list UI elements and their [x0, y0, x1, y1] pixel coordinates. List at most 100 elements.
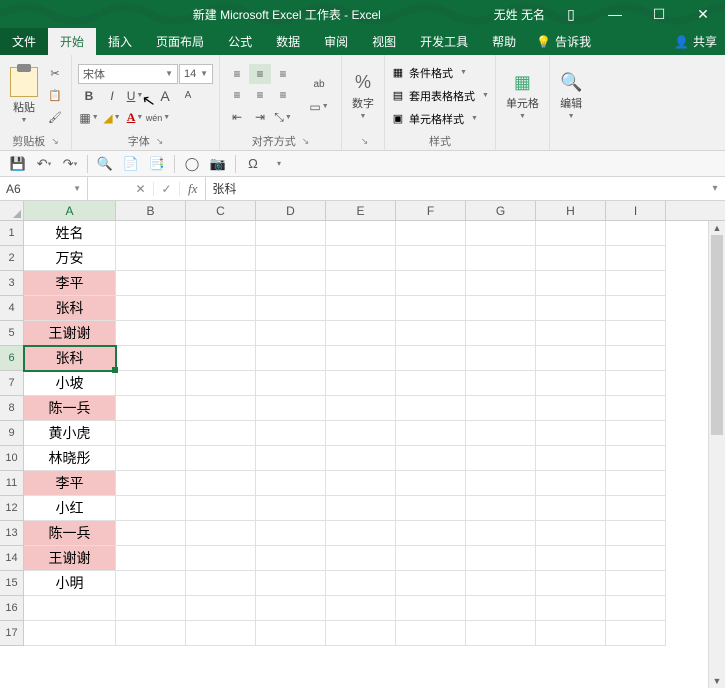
- font-name-combo[interactable]: 宋体▼: [78, 64, 178, 84]
- borders-button[interactable]: ▦▼: [78, 108, 100, 128]
- cell-E12[interactable]: [326, 496, 396, 521]
- cell-I5[interactable]: [606, 321, 666, 346]
- cell-I13[interactable]: [606, 521, 666, 546]
- cell-G7[interactable]: [466, 371, 536, 396]
- col-header-C[interactable]: C: [186, 201, 256, 220]
- cell-B15[interactable]: [116, 571, 186, 596]
- cell-F7[interactable]: [396, 371, 466, 396]
- cell-E15[interactable]: [326, 571, 396, 596]
- cell-C6[interactable]: [186, 346, 256, 371]
- qat-redo[interactable]: ↷▾: [58, 153, 82, 175]
- cell-D2[interactable]: [256, 246, 326, 271]
- tab-home[interactable]: 开始: [48, 28, 96, 55]
- alignment-dialog-launcher[interactable]: ↘: [302, 136, 310, 147]
- col-header-D[interactable]: D: [256, 201, 326, 220]
- cell-H16[interactable]: [536, 596, 606, 621]
- cell-B7[interactable]: [116, 371, 186, 396]
- clipboard-dialog-launcher[interactable]: ↘: [51, 136, 59, 147]
- row-header-9[interactable]: 9: [0, 421, 24, 446]
- cell-E13[interactable]: [326, 521, 396, 546]
- cell-A14[interactable]: 王谢谢: [24, 546, 116, 571]
- paste-button[interactable]: 粘贴 ▼: [6, 65, 42, 126]
- cell-I16[interactable]: [606, 596, 666, 621]
- cell-C4[interactable]: [186, 296, 256, 321]
- cell-B2[interactable]: [116, 246, 186, 271]
- cell-I12[interactable]: [606, 496, 666, 521]
- decrease-indent[interactable]: ⇤: [226, 107, 248, 127]
- formula-input[interactable]: 张科: [206, 177, 705, 200]
- tab-file[interactable]: 文件: [0, 28, 48, 55]
- cell-G3[interactable]: [466, 271, 536, 296]
- cell-D4[interactable]: [256, 296, 326, 321]
- cells-button[interactable]: ▦ 单元格 ▼: [502, 70, 543, 122]
- cell-F9[interactable]: [396, 421, 466, 446]
- cell-F3[interactable]: [396, 271, 466, 296]
- row-header-4[interactable]: 4: [0, 296, 24, 321]
- scroll-up-arrow[interactable]: ▲: [709, 221, 725, 235]
- cell-H5[interactable]: [536, 321, 606, 346]
- align-center[interactable]: ≡: [249, 85, 271, 105]
- cell-C12[interactable]: [186, 496, 256, 521]
- decrease-font-button[interactable]: A: [177, 86, 199, 106]
- col-header-B[interactable]: B: [116, 201, 186, 220]
- qat-save[interactable]: 💾: [6, 153, 30, 175]
- cell-F1[interactable]: [396, 221, 466, 246]
- cell-E7[interactable]: [326, 371, 396, 396]
- cell-C11[interactable]: [186, 471, 256, 496]
- format-painter-button[interactable]: 🖌: [45, 108, 65, 128]
- cell-G15[interactable]: [466, 571, 536, 596]
- cell-D1[interactable]: [256, 221, 326, 246]
- row-header-15[interactable]: 15: [0, 571, 24, 596]
- cell-F14[interactable]: [396, 546, 466, 571]
- cell-A2[interactable]: 万安: [24, 246, 116, 271]
- row-header-12[interactable]: 12: [0, 496, 24, 521]
- cell-E14[interactable]: [326, 546, 396, 571]
- cell-I14[interactable]: [606, 546, 666, 571]
- col-header-G[interactable]: G: [466, 201, 536, 220]
- row-header-7[interactable]: 7: [0, 371, 24, 396]
- col-header-E[interactable]: E: [326, 201, 396, 220]
- cell-D10[interactable]: [256, 446, 326, 471]
- copy-button[interactable]: 📋: [45, 86, 65, 106]
- italic-button[interactable]: I: [101, 86, 123, 106]
- row-header-5[interactable]: 5: [0, 321, 24, 346]
- tab-developer[interactable]: 开发工具: [408, 28, 480, 55]
- cell-C9[interactable]: [186, 421, 256, 446]
- cell-G9[interactable]: [466, 421, 536, 446]
- cell-A11[interactable]: 李平: [24, 471, 116, 496]
- qat-customize[interactable]: ▾: [267, 153, 291, 175]
- cell-E6[interactable]: [326, 346, 396, 371]
- cell-F5[interactable]: [396, 321, 466, 346]
- col-header-H[interactable]: H: [536, 201, 606, 220]
- bold-button[interactable]: B: [78, 86, 100, 106]
- cell-D12[interactable]: [256, 496, 326, 521]
- cell-H13[interactable]: [536, 521, 606, 546]
- cell-B17[interactable]: [116, 621, 186, 646]
- vertical-scrollbar[interactable]: ▲ ▼: [708, 221, 725, 688]
- cell-H17[interactable]: [536, 621, 606, 646]
- cell-A17[interactable]: [24, 621, 116, 646]
- cell-I1[interactable]: [606, 221, 666, 246]
- tab-formulas[interactable]: 公式: [216, 28, 264, 55]
- cell-F12[interactable]: [396, 496, 466, 521]
- cell-styles-button[interactable]: ▣单元格样式▼: [391, 109, 489, 129]
- cell-H11[interactable]: [536, 471, 606, 496]
- cell-H2[interactable]: [536, 246, 606, 271]
- tab-insert[interactable]: 插入: [96, 28, 144, 55]
- cell-F8[interactable]: [396, 396, 466, 421]
- cell-C14[interactable]: [186, 546, 256, 571]
- cut-button[interactable]: ✂: [45, 64, 65, 84]
- scroll-down-arrow[interactable]: ▼: [709, 674, 725, 688]
- cell-G16[interactable]: [466, 596, 536, 621]
- cell-I4[interactable]: [606, 296, 666, 321]
- cell-I3[interactable]: [606, 271, 666, 296]
- cell-H6[interactable]: [536, 346, 606, 371]
- cell-G1[interactable]: [466, 221, 536, 246]
- formula-cancel[interactable]: ✕: [128, 182, 154, 196]
- cell-B12[interactable]: [116, 496, 186, 521]
- insert-function-button[interactable]: fx: [180, 177, 206, 200]
- cell-H10[interactable]: [536, 446, 606, 471]
- cell-A13[interactable]: 陈一兵: [24, 521, 116, 546]
- cell-C13[interactable]: [186, 521, 256, 546]
- cell-E5[interactable]: [326, 321, 396, 346]
